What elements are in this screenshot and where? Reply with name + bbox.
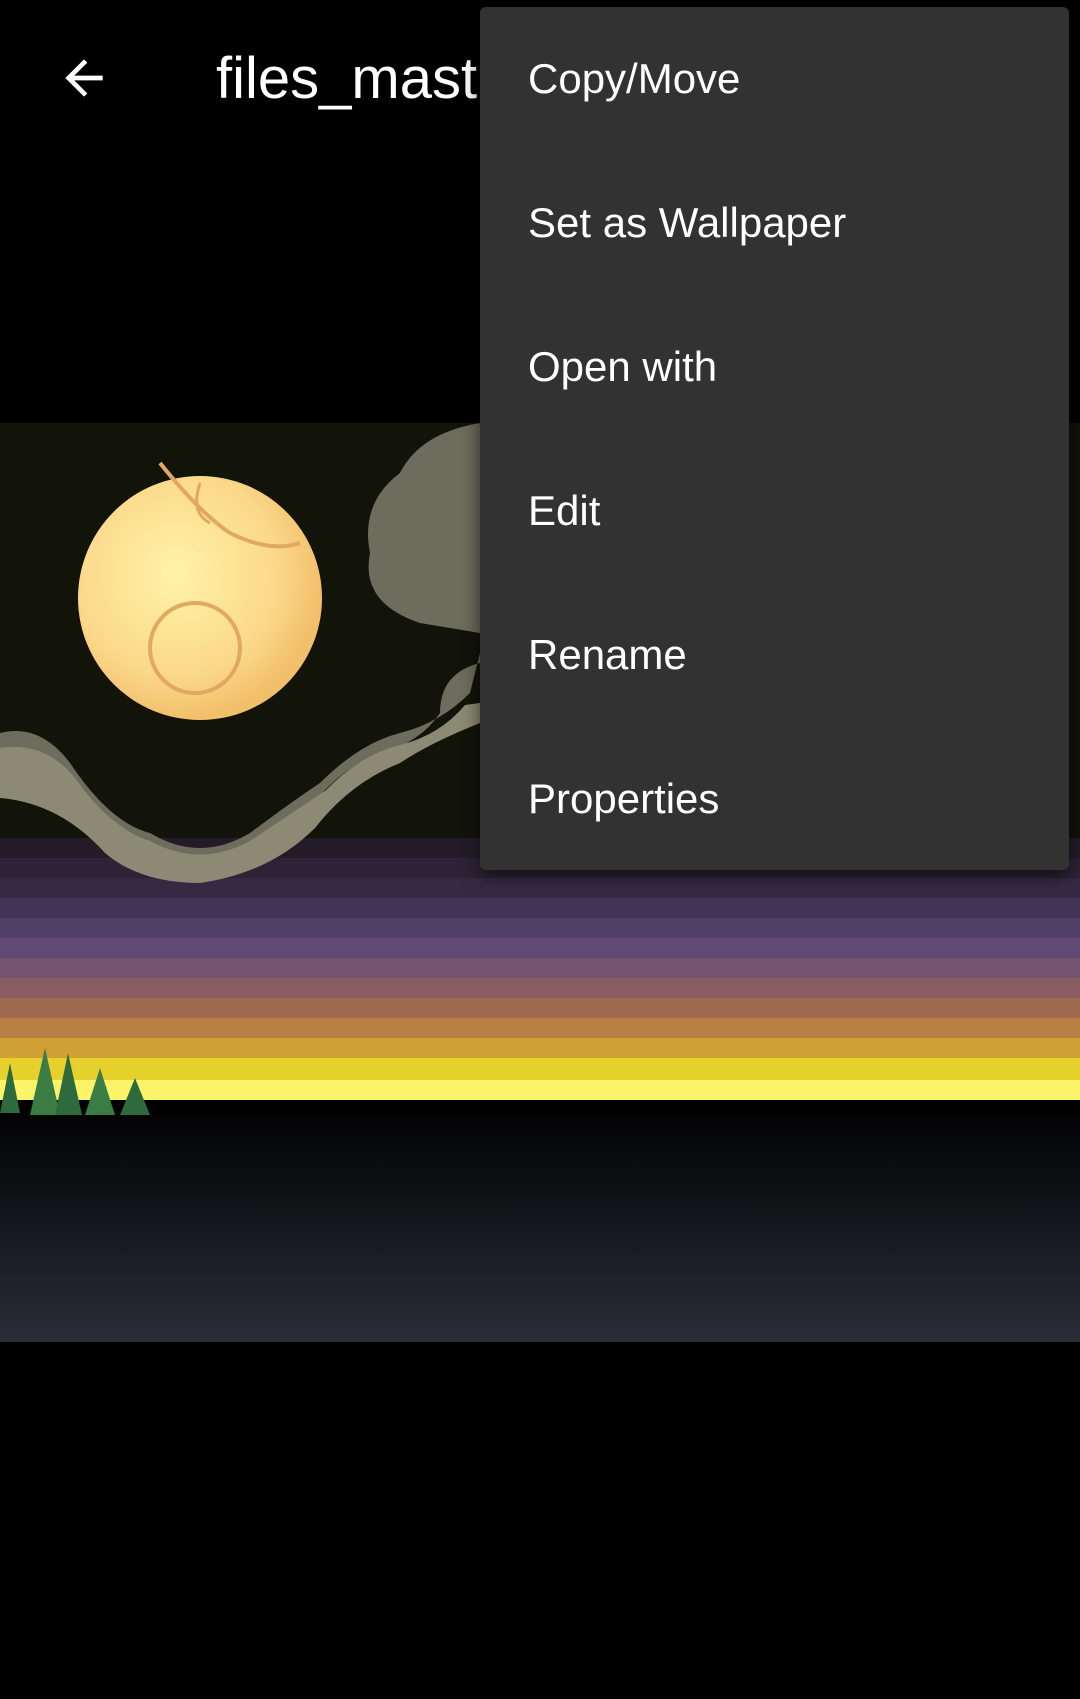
overflow-menu: Copy/Move Set as Wallpaper Open with Edi…	[480, 7, 1069, 870]
menu-item-edit[interactable]: Edit	[480, 439, 1069, 583]
back-button[interactable]	[44, 38, 124, 118]
menu-item-open-with[interactable]: Open with	[480, 295, 1069, 439]
menu-item-set-as-wallpaper[interactable]: Set as Wallpaper	[480, 151, 1069, 295]
menu-item-properties[interactable]: Properties	[480, 727, 1069, 870]
menu-item-rename[interactable]: Rename	[480, 583, 1069, 727]
arrow-left-icon	[65, 59, 103, 97]
menu-item-copy-move[interactable]: Copy/Move	[480, 7, 1069, 151]
page-title: files_mast	[216, 46, 478, 111]
